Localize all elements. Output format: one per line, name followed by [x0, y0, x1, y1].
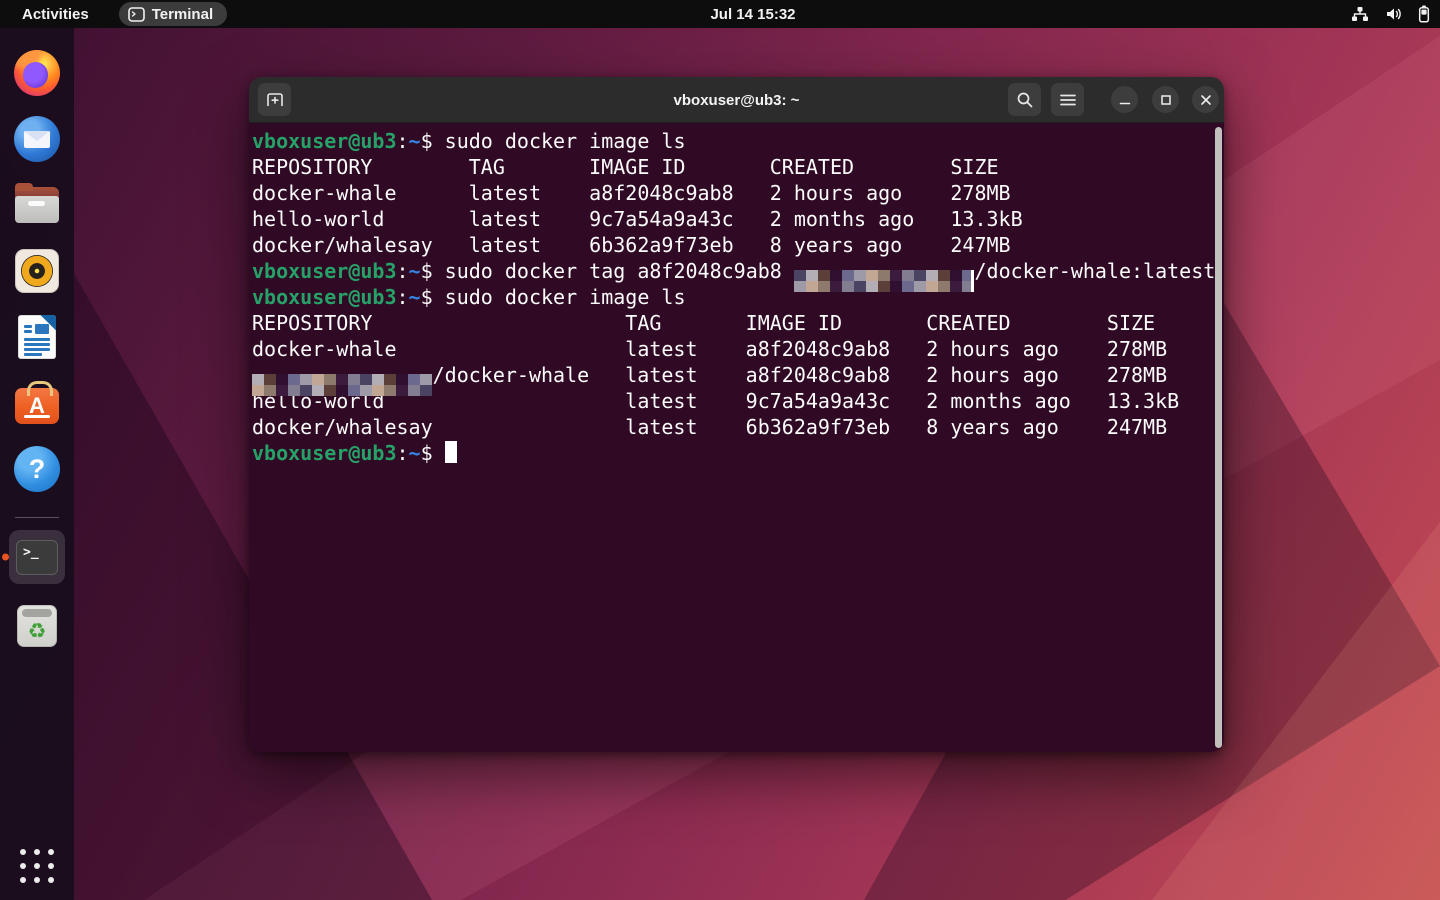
- terminal-line: hello-world latest 9c7a54a9a43c 2 months…: [252, 206, 1210, 232]
- show-applications-button[interactable]: [15, 844, 59, 888]
- system-status-area[interactable]: [1351, 0, 1430, 28]
- dock-item-help[interactable]: ?: [13, 445, 61, 493]
- libreoffice-writer-icon: [18, 315, 56, 359]
- rhythmbox-icon: [15, 249, 59, 293]
- help-icon: ?: [14, 446, 60, 492]
- terminal-app-icon: [128, 7, 145, 22]
- dock-item-ubuntu-software[interactable]: A: [13, 379, 61, 427]
- activities-button[interactable]: Activities: [14, 4, 97, 25]
- dock-item-libreoffice-writer[interactable]: [13, 313, 61, 361]
- desktop: Activities Terminal Jul 14 15:32: [0, 0, 1440, 900]
- terminal-line: docker-whale latest a8f2048c9ab8 2 hours…: [252, 180, 1210, 206]
- terminal-text: vboxuser@ub3:~$ sudo docker image lsREPO…: [249, 123, 1224, 752]
- terminal-line: vboxuser@ub3:~$ sudo docker tag a8f2048c…: [252, 258, 1210, 284]
- terminal-window: vboxuser@ub3: ~ vboxuser@ub3:~$ sudo doc…: [249, 77, 1224, 752]
- censored-text: [794, 270, 975, 292]
- trash-icon: ♻: [17, 605, 57, 647]
- hamburger-menu-button[interactable]: [1051, 83, 1084, 116]
- dock-item-trash[interactable]: ♻: [13, 602, 61, 650]
- new-tab-button[interactable]: [258, 83, 291, 116]
- terminal-line: docker/whalesay latest 6b362a9f73eb 8 ye…: [252, 414, 1210, 440]
- terminal-line: vboxuser@ub3:~$ sudo docker image ls: [252, 128, 1210, 154]
- volume-icon: [1385, 6, 1402, 22]
- focused-app-menu[interactable]: Terminal: [119, 2, 227, 26]
- terminal-body[interactable]: vboxuser@ub3:~$ sudo docker image lsREPO…: [249, 123, 1224, 752]
- censored-text: [252, 374, 433, 396]
- terminal-cursor: [445, 441, 457, 463]
- terminal-line: docker/whalesay latest 6b362a9f73eb 8 ye…: [252, 232, 1210, 258]
- terminal-line: vboxuser@ub3:~$ sudo docker image ls: [252, 284, 1210, 310]
- dock-item-files[interactable]: [13, 181, 61, 229]
- terminal-line: /docker-whale latest a8f2048c9ab8 2 hour…: [252, 362, 1210, 388]
- dock-item-firefox[interactable]: [13, 49, 61, 97]
- search-button[interactable]: [1008, 83, 1041, 116]
- dock-item-terminal[interactable]: >_: [9, 530, 65, 584]
- dock: A ? >_ ♻: [0, 28, 74, 900]
- battery-icon: [1418, 5, 1430, 23]
- ubuntu-software-icon: A: [15, 388, 59, 424]
- terminal-scrollbar[interactable]: [1215, 127, 1222, 748]
- terminal-line: vboxuser@ub3:~$: [252, 440, 1210, 466]
- minimize-button[interactable]: [1111, 86, 1138, 113]
- clock[interactable]: Jul 14 15:32: [710, 6, 795, 23]
- dock-item-thunderbird[interactable]: [13, 115, 61, 163]
- top-bar: Activities Terminal Jul 14 15:32: [0, 0, 1440, 28]
- dock-separator: [15, 517, 59, 518]
- terminal-line: REPOSITORY TAG IMAGE ID CREATED SIZE: [252, 310, 1210, 336]
- running-indicator-dot: [2, 554, 9, 561]
- firefox-icon: [14, 50, 60, 96]
- terminal-line: REPOSITORY TAG IMAGE ID CREATED SIZE: [252, 154, 1210, 180]
- window-header[interactable]: vboxuser@ub3: ~: [249, 77, 1224, 123]
- files-icon: [15, 187, 59, 223]
- close-button[interactable]: [1192, 86, 1219, 113]
- network-wired-icon: [1351, 6, 1369, 22]
- thunderbird-icon: [14, 116, 60, 162]
- maximize-button[interactable]: [1152, 86, 1179, 113]
- terminal-icon: >_: [16, 540, 58, 575]
- terminal-line: docker-whale latest a8f2048c9ab8 2 hours…: [252, 336, 1210, 362]
- dock-item-rhythmbox[interactable]: [13, 247, 61, 295]
- focused-app-label: Terminal: [152, 6, 213, 23]
